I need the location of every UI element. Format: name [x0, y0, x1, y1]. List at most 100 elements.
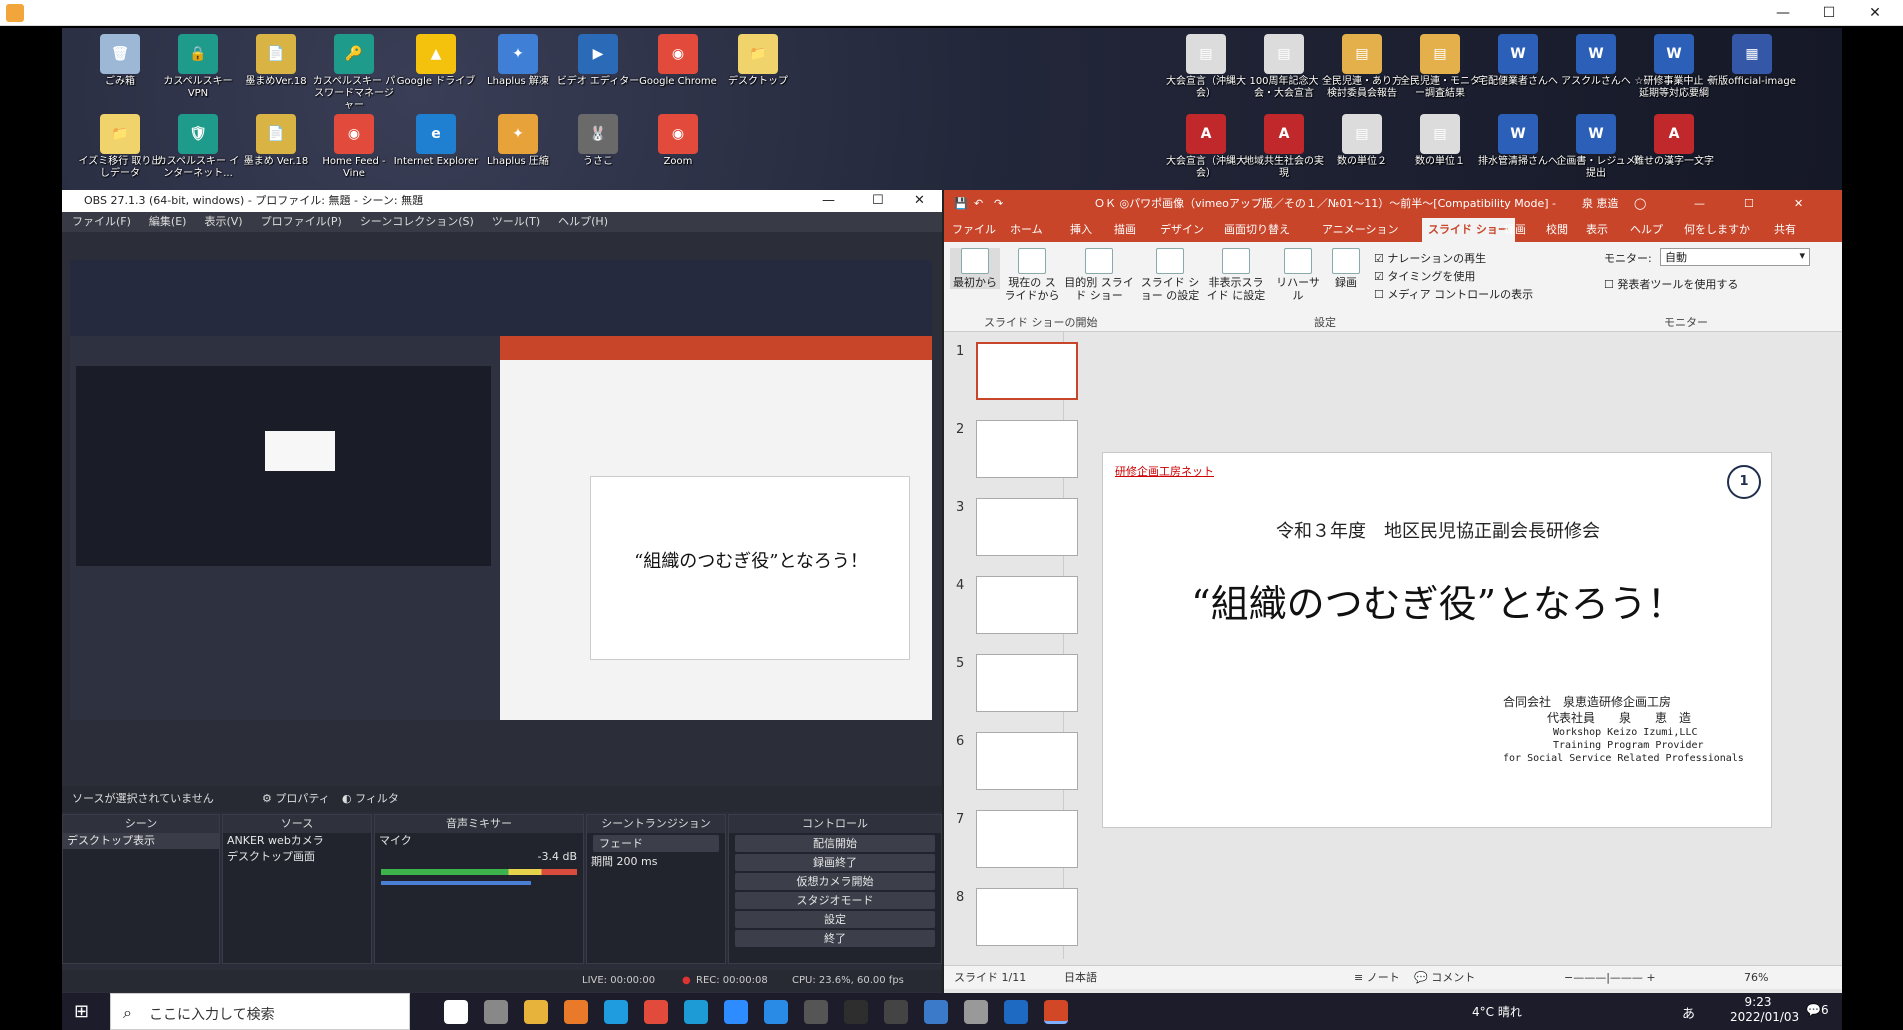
ppt-minimize-button[interactable]: — — [1694, 190, 1705, 218]
filters-button[interactable]: ◐ フィルタ — [342, 786, 399, 812]
record-button[interactable]: 録画 — [1326, 248, 1366, 289]
cortana-icon[interactable] — [444, 1000, 468, 1024]
obs-menu-item[interactable]: プロファイル(P) — [261, 215, 342, 228]
company-link[interactable]: 研修企画工房ネット — [1115, 463, 1214, 479]
source-item[interactable]: デスクトップ画面 — [223, 849, 371, 865]
obs-menu-item[interactable]: 表示(V) — [204, 215, 242, 228]
ribbon-tab[interactable]: 挿入 — [1070, 218, 1092, 242]
undo-icon[interactable]: ↶ — [974, 190, 983, 218]
obs-minimize-button[interactable]: — — [822, 190, 835, 212]
slide-thumbnail[interactable] — [976, 498, 1078, 556]
desktop-icon[interactable]: ✦ Lhaplus 解凍 — [474, 34, 562, 88]
task-view-icon[interactable] — [484, 1000, 508, 1024]
ppt-maximize-button[interactable]: ☐ — [1744, 190, 1754, 218]
obs-menu-item[interactable]: ツール(T) — [492, 215, 540, 228]
ribbon-tab[interactable]: 表示 — [1586, 218, 1608, 242]
terminal-icon[interactable] — [844, 1000, 868, 1024]
save-icon[interactable]: 💾 — [954, 190, 968, 218]
cmd-icon[interactable] — [884, 1000, 908, 1024]
ribbon-tab[interactable]: ホーム — [1010, 218, 1043, 242]
desktop-icon[interactable]: A 難せの漢字一文字 — [1630, 114, 1718, 168]
desktop-icon[interactable]: 📄 墨まめVer.18 — [232, 34, 320, 88]
slide-thumbnail[interactable] — [976, 732, 1078, 790]
desktop-icon[interactable]: W 宅配便業者さんへ — [1474, 34, 1562, 88]
language-status[interactable]: 日本語 — [1064, 966, 1097, 990]
stop-recording-button[interactable]: 録画終了 — [735, 854, 935, 871]
properties-button[interactable]: ⚙ プロパティ — [262, 786, 330, 812]
desktop-icon[interactable]: 📁 デスクトップ — [714, 34, 802, 88]
ribbon-tab[interactable]: 録画 — [1504, 218, 1526, 242]
obs-close-button[interactable]: ✕ — [914, 190, 925, 212]
desktop-icon[interactable]: A 大会宣言（沖縄大会） — [1162, 114, 1250, 180]
desktop-icon[interactable]: 📁 イズミ移行 取り出しデータ — [76, 114, 164, 180]
from-start-button[interactable]: 最初から — [950, 248, 1000, 289]
desktop-icon[interactable]: W ☆研修事業中止・延期等対応要綱 — [1630, 34, 1718, 100]
camera-icon[interactable] — [964, 1000, 988, 1024]
duration-input[interactable]: 200 ms — [617, 855, 658, 868]
obs-menu-item[interactable]: ファイル(F) — [72, 215, 131, 228]
ppt-close-button[interactable]: ✕ — [1794, 190, 1803, 218]
close-button[interactable]: ✕ — [1852, 0, 1898, 26]
obs-icon[interactable] — [804, 1000, 828, 1024]
media-checkbox[interactable]: ☐ メディア コントロールの表示 — [1374, 286, 1533, 302]
from-current-button[interactable]: 現在の スライドから — [1004, 248, 1060, 302]
slide-thumbnail[interactable] — [976, 342, 1078, 400]
desktop-icon[interactable]: ◉ Home Feed - Vine — [310, 114, 398, 180]
custom-show-button[interactable]: 目的別 スライド ショー — [1064, 248, 1134, 302]
powerpoint-icon[interactable] — [1044, 1000, 1068, 1024]
ribbon-tab[interactable]: 何をしますか — [1684, 218, 1750, 242]
taskbar-search[interactable]: ⌕ ここに入力して検索 — [110, 993, 410, 1030]
desktop-icon[interactable]: ▲ Google ドライブ — [392, 34, 480, 88]
obs-maximize-button[interactable]: ☐ — [872, 190, 884, 212]
desktop-icon[interactable]: ▤ 数の単位２ — [1318, 114, 1406, 168]
setup-show-button[interactable]: スライド ショー の設定 — [1140, 248, 1200, 302]
obs-menu-item[interactable]: ヘルプ(H) — [558, 215, 608, 228]
start-virtual-camera-button[interactable]: 仮想カメラ開始 — [735, 873, 935, 890]
hide-slide-button[interactable]: 非表示スライド に設定 — [1204, 248, 1268, 302]
slide-thumbnail[interactable] — [976, 810, 1078, 868]
ribbon-tab[interactable]: スライド ショー — [1422, 218, 1515, 242]
notes-button[interactable]: ≡ ノート — [1354, 966, 1400, 990]
desktop-icon[interactable]: ▤ 大会宣言（沖縄大会） — [1162, 34, 1250, 100]
mixer-volume-slider[interactable] — [381, 881, 531, 885]
windows-start-icon[interactable]: ⊞ — [74, 1001, 89, 1022]
ribbon-tab[interactable]: アニメーション — [1322, 218, 1399, 242]
minimize-button[interactable]: — — [1760, 0, 1806, 26]
obs-menu-item[interactable]: シーンコレクション(S) — [360, 215, 474, 228]
desktop-icon[interactable]: ▤ 全民児連・あり方検討委員会報告 — [1318, 34, 1406, 100]
zoom-icon[interactable] — [724, 1000, 748, 1024]
desktop-icon[interactable]: ◉ Google Chrome — [634, 34, 722, 88]
desktop-icon[interactable]: W 排水管清掃さんへ — [1474, 114, 1562, 168]
word-icon[interactable] — [764, 1000, 788, 1024]
monitor-select[interactable]: 自動 ▾ — [1660, 248, 1810, 266]
slide-thumbnail[interactable] — [976, 888, 1078, 946]
ribbon-tab[interactable]: ヘルプ — [1630, 218, 1663, 242]
file-explorer-icon[interactable] — [524, 1000, 548, 1024]
desktop-icon[interactable]: A 地域共生社会の実現 — [1240, 114, 1328, 180]
ribbon-tab[interactable]: 校閲 — [1546, 218, 1568, 242]
desktop-icon[interactable]: 📄 墨まめ Ver.18 — [232, 114, 320, 168]
zoom-slider[interactable]: −———|——— + — [1564, 966, 1656, 990]
ime-indicator[interactable]: あ — [1682, 1003, 1695, 1022]
studio-mode-button[interactable]: スタジオモード — [735, 892, 935, 909]
firefox-icon[interactable] — [564, 1000, 588, 1024]
desktop-icon[interactable]: 🔑 カスペルスキー パスワードマネージャー — [310, 34, 398, 112]
desktop-icon[interactable]: 🗑 ごみ箱 — [76, 34, 164, 88]
outlook-icon[interactable] — [1004, 1000, 1028, 1024]
desktop-icon[interactable]: 🐰 うさこ — [554, 114, 642, 168]
ribbon-tab[interactable]: ファイル — [952, 218, 996, 242]
desktop-icon[interactable]: ▤ 全民児連・モニター調査結果 — [1396, 34, 1484, 100]
comments-button[interactable]: 💬 コメント — [1414, 966, 1475, 990]
desktop-icon[interactable]: ◉ Zoom — [634, 114, 722, 168]
desktop-icon[interactable]: 🛡 カスペルスキー インターネット... — [154, 114, 242, 180]
presenter-checkbox[interactable]: ☐ 発表者ツールを使用する — [1604, 276, 1738, 292]
ribbon-tab[interactable]: 描画 — [1114, 218, 1136, 242]
photos-icon[interactable] — [924, 1000, 948, 1024]
avatar-icon[interactable]: ◯ — [1634, 190, 1646, 218]
desktop-icon[interactable]: e Internet Explorer — [392, 114, 480, 168]
desktop-icon[interactable]: W アスクルさんへ — [1552, 34, 1640, 88]
desktop-icon[interactable]: ▤ 100周年記念大会・大会宣言 — [1240, 34, 1328, 100]
slide-thumbnail[interactable] — [976, 576, 1078, 634]
desktop-icon[interactable]: ▶ ビデオ エディター — [554, 34, 642, 88]
desktop-icon[interactable]: ▦ 新版official-image — [1708, 34, 1796, 88]
